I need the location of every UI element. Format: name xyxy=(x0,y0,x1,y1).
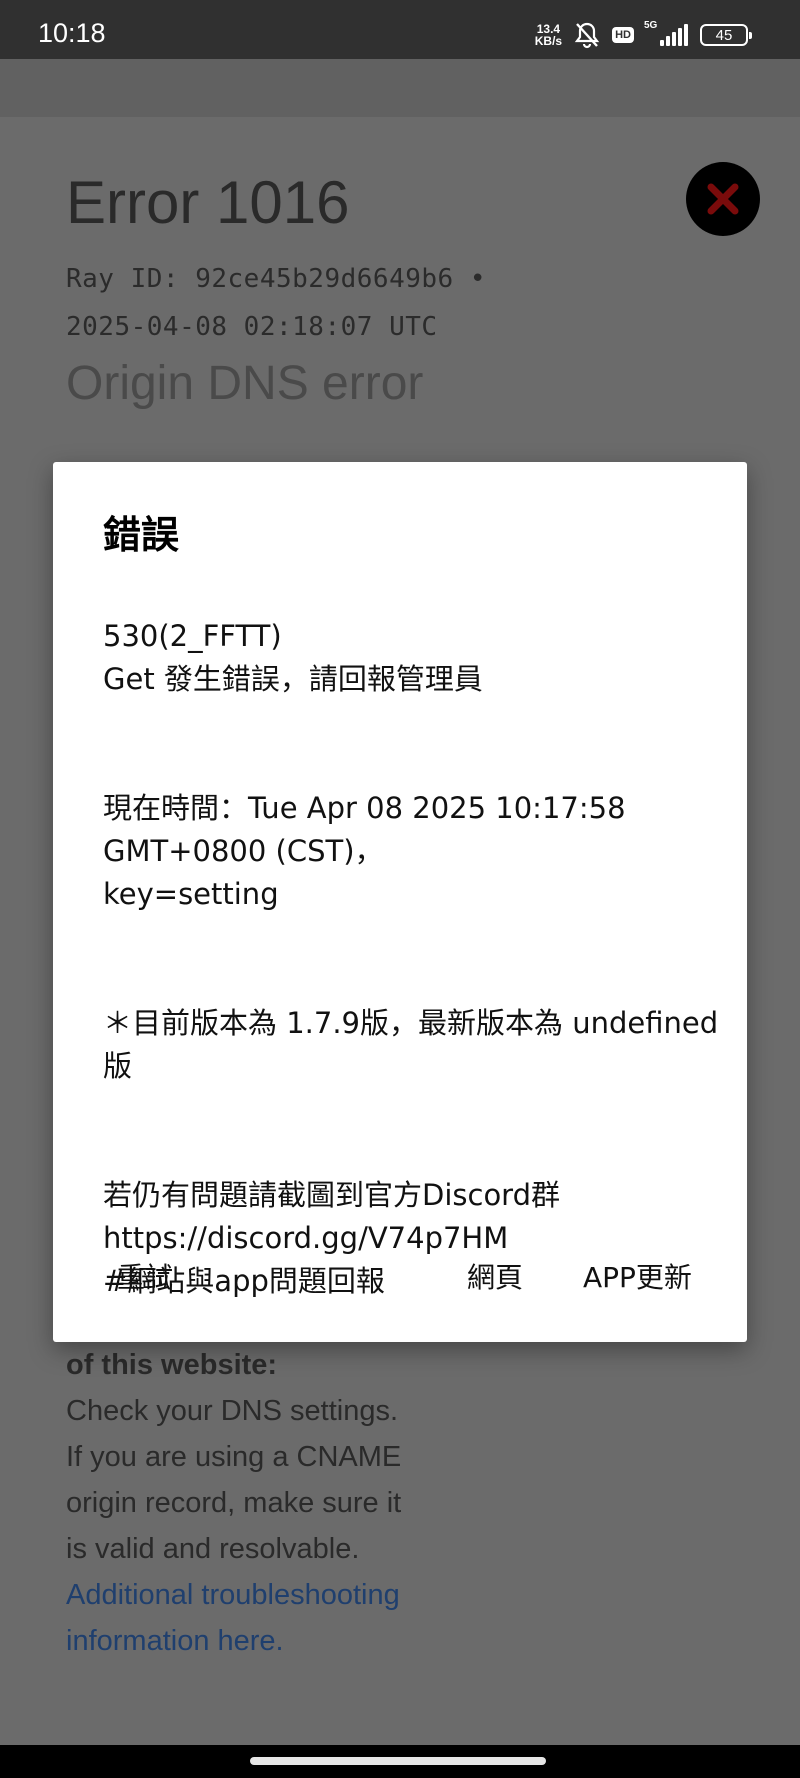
net-speed: 13.4 KB/s xyxy=(535,23,562,47)
network-type: 5G xyxy=(644,20,658,31)
webpage-button[interactable]: 網頁 xyxy=(459,1252,531,1300)
signal-bar xyxy=(678,28,682,46)
screen: 10:18 13.4 KB/s HD 5G 45 Error 1016 Ray … xyxy=(0,0,800,1778)
troubleshooting-link[interactable]: Additional troubleshooting information h… xyxy=(66,1572,406,1664)
error-title: Error 1016 xyxy=(66,169,350,236)
battery-icon: 45 xyxy=(700,24,752,46)
version-text: ＊目前版本為 1.7.9版，最新版本為 undefined版 xyxy=(103,1006,719,1083)
owner-heading: of this website: xyxy=(66,1349,278,1381)
current-time-text: 現在時間：Tue Apr 08 2025 10:17:58 GMT+0800 (… xyxy=(103,791,626,911)
close-button[interactable] xyxy=(686,162,760,236)
hd-badge: HD xyxy=(612,27,634,43)
app-update-button[interactable]: APP更新 xyxy=(575,1252,700,1300)
signal-icon: 5G xyxy=(644,20,688,46)
retry-button[interactable]: 重試 xyxy=(109,1252,181,1300)
status-icons: 13.4 KB/s HD 5G 45 xyxy=(535,20,752,50)
close-x-icon xyxy=(707,183,739,215)
battery-level: 45 xyxy=(715,26,733,44)
signal-bar xyxy=(666,36,670,46)
status-bar: 10:18 13.4 KB/s HD 5G 45 xyxy=(0,0,800,59)
dns-instructions: Check your DNS settings. If you are usin… xyxy=(66,1395,402,1565)
ray-id: Ray ID: 92ce45b29d6649b6 • xyxy=(66,264,486,294)
home-gesture-handle[interactable] xyxy=(250,1757,546,1765)
dialog-title: 錯誤 xyxy=(103,513,180,557)
signal-bar xyxy=(660,40,664,46)
signal-bar xyxy=(672,32,676,46)
page-header-strip xyxy=(0,59,800,117)
bell-muted-icon xyxy=(574,22,600,49)
error-timestamp: 2025-04-08 02:18:07 UTC xyxy=(66,312,438,342)
error-code-text: 530(2_FFTT) Get 發生錯誤，請回報管理員 xyxy=(103,619,483,696)
error-subtitle: Origin DNS error xyxy=(66,357,424,410)
status-time: 10:18 xyxy=(38,18,106,48)
dialog-message: 530(2_FFTT) Get 發生錯誤，請回報管理員 現在時間：Tue Apr… xyxy=(103,572,723,1346)
owner-instructions: of this website: Check your DNS settings… xyxy=(66,1342,406,1664)
net-speed-unit: KB/s xyxy=(534,34,563,48)
signal-bar xyxy=(684,24,688,46)
error-dialog: 錯誤 530(2_FFTT) Get 發生錯誤，請回報管理員 現在時間：Tue … xyxy=(53,462,747,1342)
